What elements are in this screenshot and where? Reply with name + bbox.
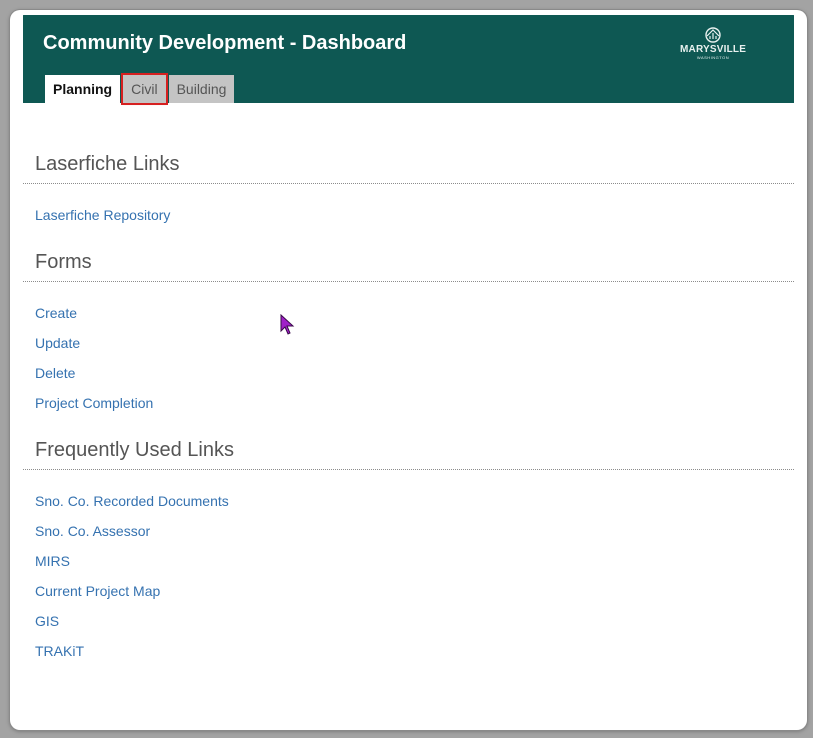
tab-civil[interactable]: Civil [121,73,168,105]
list-item: GIS [35,606,794,636]
logo-text: MARYSVILLE [680,44,747,55]
laserfiche-heading: Laserfiche Links [23,152,794,184]
tab-bar: Planning Civil Building [45,73,235,105]
list-item: Sno. Co. Recorded Documents [35,486,794,516]
list-item: Delete [35,358,794,388]
mouse-pointer-icon [280,314,295,335]
frequent-links-heading: Frequently Used Links [23,438,794,470]
forms-heading: Forms [23,250,794,282]
forms-section: Forms Create Update Delete Project Compl… [23,250,794,418]
page-container: Community Development - Dashboard MARYSV… [18,15,799,727]
main-content: Laserfiche Links Laserfiche Repository F… [23,103,794,666]
tab-planning[interactable]: Planning [45,75,121,103]
city-emblem-icon [705,27,721,43]
list-item: MIRS [35,546,794,576]
page-title: Community Development - Dashboard [43,32,407,54]
frequent-links-section: Frequently Used Links Sno. Co. Recorded … [23,438,794,666]
laserfiche-section: Laserfiche Links Laserfiche Repository [23,152,794,230]
assessor-link[interactable]: Sno. Co. Assessor [35,523,150,539]
mirs-link[interactable]: MIRS [35,553,70,569]
trakit-link[interactable]: TRAKiT [35,643,84,659]
frequent-link-list: Sno. Co. Recorded Documents Sno. Co. Ass… [23,486,794,666]
laserfiche-repository-link[interactable]: Laserfiche Repository [35,207,170,223]
list-item: Project Completion [35,388,794,418]
recorded-documents-link[interactable]: Sno. Co. Recorded Documents [35,493,229,509]
logo-subtext: WASHINGTON [696,55,730,60]
forms-link-list: Create Update Delete Project Completion [23,298,794,418]
list-item: Laserfiche Repository [35,200,794,230]
dashboard-header: Community Development - Dashboard MARYSV… [23,15,794,105]
browser-window-frame: Community Development - Dashboard MARYSV… [10,10,807,730]
laserfiche-link-list: Laserfiche Repository [23,200,794,230]
list-item: TRAKiT [35,636,794,666]
gis-link[interactable]: GIS [35,613,59,629]
current-project-map-link[interactable]: Current Project Map [35,583,160,599]
list-item: Create [35,298,794,328]
list-item: Update [35,328,794,358]
marysville-logo: MARYSVILLE WASHINGTON [680,27,746,67]
list-item: Current Project Map [35,576,794,606]
tab-building[interactable]: Building [168,75,235,103]
update-link[interactable]: Update [35,335,80,351]
delete-link[interactable]: Delete [35,365,75,381]
project-completion-link[interactable]: Project Completion [35,395,153,411]
list-item: Sno. Co. Assessor [35,516,794,546]
create-link[interactable]: Create [35,305,77,321]
